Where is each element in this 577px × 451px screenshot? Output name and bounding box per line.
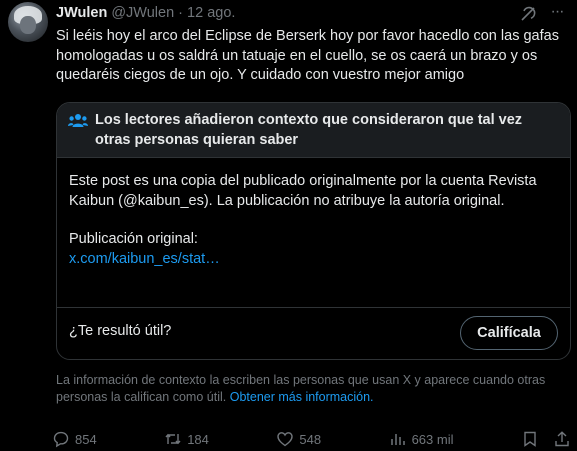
like-button[interactable]: 548 — [276, 430, 321, 448]
divider — [57, 307, 570, 308]
share-button[interactable] — [553, 430, 571, 448]
original-label: Publicación original: — [69, 231, 198, 247]
repost-icon — [165, 433, 181, 445]
bookmark-button[interactable] — [521, 430, 539, 448]
views-icon — [390, 434, 405, 445]
original-link[interactable]: x.com/kaibun_es/stat… — [69, 250, 558, 270]
author-name[interactable]: JWulen — [56, 5, 107, 21]
helpful-question: ¿Te resultó útil? — [69, 323, 172, 339]
repost-button[interactable]: 184 — [164, 430, 209, 448]
views-count: 663 mil — [411, 431, 454, 447]
rate-button[interactable]: Califícala — [460, 316, 558, 350]
reply-icon — [53, 431, 69, 448]
note-body: Este post es una copia del publicado ori… — [57, 158, 570, 269]
note-text: Este post es una copia del publicado ori… — [69, 173, 537, 209]
post[interactable]: JWulen @JWulen · 12 ago. ··· Si leéis ho… — [0, 0, 577, 451]
views-button[interactable]: 663 mil — [389, 430, 454, 448]
post-date[interactable]: 12 ago. — [187, 5, 235, 21]
learn-more-link[interactable]: Obtener más información. — [230, 390, 374, 404]
note-title: Los lectores añadieron contexto que cons… — [95, 112, 523, 148]
post-header: JWulen @JWulen · 12 ago. ··· — [56, 4, 567, 23]
avatar[interactable] — [8, 2, 48, 42]
author-handle[interactable]: @JWulen — [111, 5, 174, 21]
right-actions — [521, 430, 571, 448]
more-icon[interactable]: ··· — [547, 4, 567, 23]
reply-button[interactable]: 854 — [52, 430, 97, 448]
repost-count: 184 — [187, 431, 209, 447]
note-header: Los lectores añadieron contexto que cons… — [57, 103, 570, 158]
like-count: 548 — [299, 431, 322, 447]
post-text: Si leéis hoy el arco del Eclipse de Bers… — [56, 28, 559, 83]
separator: · — [178, 5, 184, 21]
note-disclaimer: La información de contexto la escriben l… — [56, 372, 556, 406]
bookmark-icon — [524, 431, 536, 447]
grok-icon[interactable] — [519, 5, 537, 23]
action-bar: 854 184 548 663 mil — [52, 428, 571, 450]
people-icon — [68, 113, 88, 129]
like-icon — [277, 432, 294, 447]
reply-count: 854 — [75, 431, 97, 447]
community-note: Los lectores añadieron contexto que cons… — [56, 102, 571, 360]
share-icon — [555, 431, 569, 447]
